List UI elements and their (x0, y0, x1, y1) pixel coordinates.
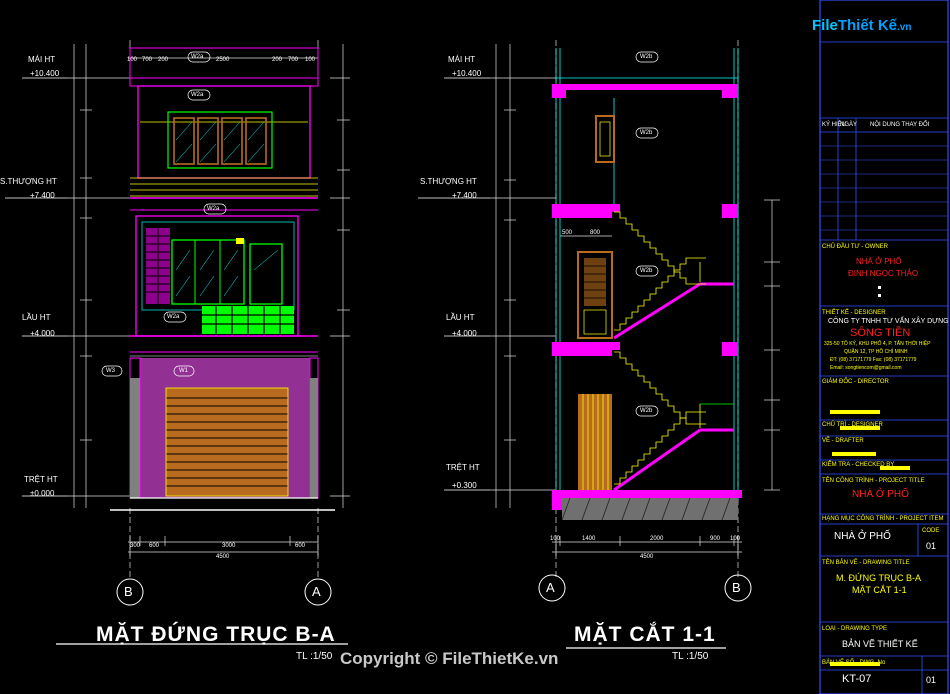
elev-bottom-dim-1: 300 (130, 543, 141, 549)
item-code: 01 (926, 541, 937, 551)
cad-drawing-canvas (0, 0, 950, 694)
elev-axis-right: A (312, 584, 321, 599)
rev-header-3: NỘI DUNG THAY ĐỔI (870, 122, 930, 128)
project-label: TÊN CÔNG TRÌNH - PROJECT TITLE (822, 478, 925, 484)
designer-label: THIẾT KẾ - DESIGNER (822, 310, 886, 316)
elev-top-dim-2: 700 (142, 57, 153, 63)
sheet-no: 01 (926, 675, 937, 685)
address-2: QUẬN 12, TP HỒ CHÍ MINH (844, 349, 908, 355)
logo-file: File (812, 17, 838, 34)
elev-tag-6: W1 (179, 368, 188, 374)
owner-line-2: ĐINH NGỌC THẢO (848, 269, 919, 278)
elev-level-4-name: TRỆT HT (24, 475, 58, 484)
sec-inner-dim-1: 500 (562, 230, 573, 236)
elev-top-dim-1: 100 (127, 57, 138, 63)
item-label: HẠNG MỤC CÔNG TRÌNH - PROJECT ITEM (822, 516, 944, 522)
sec-tag-2: W2b (640, 130, 653, 136)
chief-label: CHỦ TRÌ - DESIGNER (822, 422, 883, 428)
company-label: CÔNG TY TNHH TƯ VẤN XÂY DỰNG (828, 318, 949, 325)
sec-tag-4: W2b (640, 408, 653, 414)
sec-bottom-dim-3: 2000 (650, 536, 664, 542)
company-name: SÔNG TIỀN (850, 327, 911, 339)
elevation-title: MẶT ĐỨNG TRỤC B-A (96, 623, 336, 646)
elev-top-dim-3: 200 (158, 57, 169, 63)
drawing-label: TÊN BẢN VẼ - DRAWING TITLE (822, 560, 910, 566)
logo-vn: .vn (897, 22, 912, 33)
drafter-label: VẼ - DRAFTER (822, 438, 864, 444)
elev-top-dim-7: 100 (305, 57, 316, 63)
checker-label: KIỂM TRA - CHECKED BY (822, 462, 895, 468)
logo-rest: Thiết Kế (837, 17, 898, 34)
sec-level-1-value: +10.400 (452, 69, 482, 78)
sec-tag-3: W2b (640, 268, 653, 274)
elev-bottom-dim-2: 600 (149, 543, 160, 549)
elev-top-dim-5: 200 (272, 57, 283, 63)
drawing-line-2: MẶT CẮT 1-1 (852, 585, 907, 595)
type-label: LOẠI - DRAWING TYPE (822, 626, 888, 632)
sec-level-4-name: TRỆT HT (446, 463, 480, 472)
sec-axis-right: B (732, 580, 741, 595)
elev-top-dim-6: 700 (288, 57, 299, 63)
elev-level-2-value: +7.400 (30, 191, 55, 200)
sec-bottom-dim-5: 100 (730, 536, 741, 542)
sec-tag-1: W2b (640, 54, 653, 60)
elev-tag-1: W2a (191, 54, 204, 60)
sec-total-dim: 4500 (640, 554, 654, 560)
elev-level-3-value: +4.000 (30, 329, 55, 338)
elev-top-dim-4: 2500 (216, 57, 230, 63)
elev-axis-left: B (124, 584, 133, 599)
elev-tag-3: W2a (207, 206, 220, 212)
drawing-line-1: M. ĐỨNG TRỤC B-A (836, 573, 922, 583)
director-label: GIÁM ĐỐC - DIRECTOR (822, 379, 889, 385)
elev-level-3-name: LẦU HT (22, 313, 51, 322)
address-1: 325-50 TÔ KÝ, KHU PHỐ 4, P. TÂN THỚI HIỆ… (824, 341, 931, 347)
sec-bottom-dim-2: 1400 (582, 536, 596, 542)
elev-level-1-value: +10.400 (30, 69, 60, 78)
sec-level-3-name: LẦU HT (446, 313, 475, 322)
sec-level-2-name: S.THƯỢNG HT (420, 177, 477, 186)
sec-bottom-dim-4: 900 (710, 536, 721, 542)
elev-tag-4: W2a (167, 314, 180, 320)
sec-level-1-name: MÁI HT (448, 55, 476, 64)
sec-level-2-value: +7.400 (452, 191, 477, 200)
elev-level-1-name: MÁI HT (28, 55, 56, 64)
drawing-type: BẢN VẼ THIẾT KẾ (842, 639, 918, 649)
sheet-label: BẢN VẼ SỐ - DWG. No (822, 660, 886, 666)
elev-bottom-dim-3: 3000 (222, 543, 236, 549)
item-name: NHÀ Ở PHỐ (834, 531, 891, 542)
elev-total-dim: 4500 (216, 554, 230, 560)
sheet-number: KT-07 (842, 673, 872, 685)
project-name: NHÀ Ở PHỐ (852, 489, 909, 500)
address-4: Email: songtiencom@gmail.com (830, 365, 902, 371)
section-title: MẶT CẮT 1-1 (574, 623, 716, 646)
rev-header-2: NGÀY (840, 122, 858, 128)
owner-line-1: NHÀ Ở PHỐ (856, 257, 902, 266)
site-logo: FileThiết Kế.vn (812, 18, 911, 33)
elev-tag-2: W2a (191, 92, 204, 98)
sec-axis-left: A (546, 580, 555, 595)
elevation-scale: TL :1/50 (296, 651, 333, 662)
owner-label: CHỦ ĐẦU TƯ - OWNER (822, 244, 889, 250)
elev-level-4-value: ±0.000 (30, 489, 55, 498)
sec-bottom-dim-1: 100 (550, 536, 561, 542)
sec-level-4-value: +0.300 (452, 481, 477, 490)
address-3: ĐT: (08) 37171779 Fax: (08) 37171779 (830, 357, 917, 363)
item-code-label: CODE (922, 528, 940, 534)
sec-inner-dim-2: 800 (590, 230, 601, 236)
section-scale: TL :1/50 (672, 651, 709, 662)
elev-tag-5: W3 (106, 368, 115, 374)
sec-level-3-value: +4.000 (452, 329, 477, 338)
elev-bottom-dim-4: 600 (295, 543, 306, 549)
copyright-watermark: Copyright © FileThietKe.vn (340, 649, 559, 668)
elev-level-2-name: S.THƯỢNG HT (0, 177, 57, 186)
